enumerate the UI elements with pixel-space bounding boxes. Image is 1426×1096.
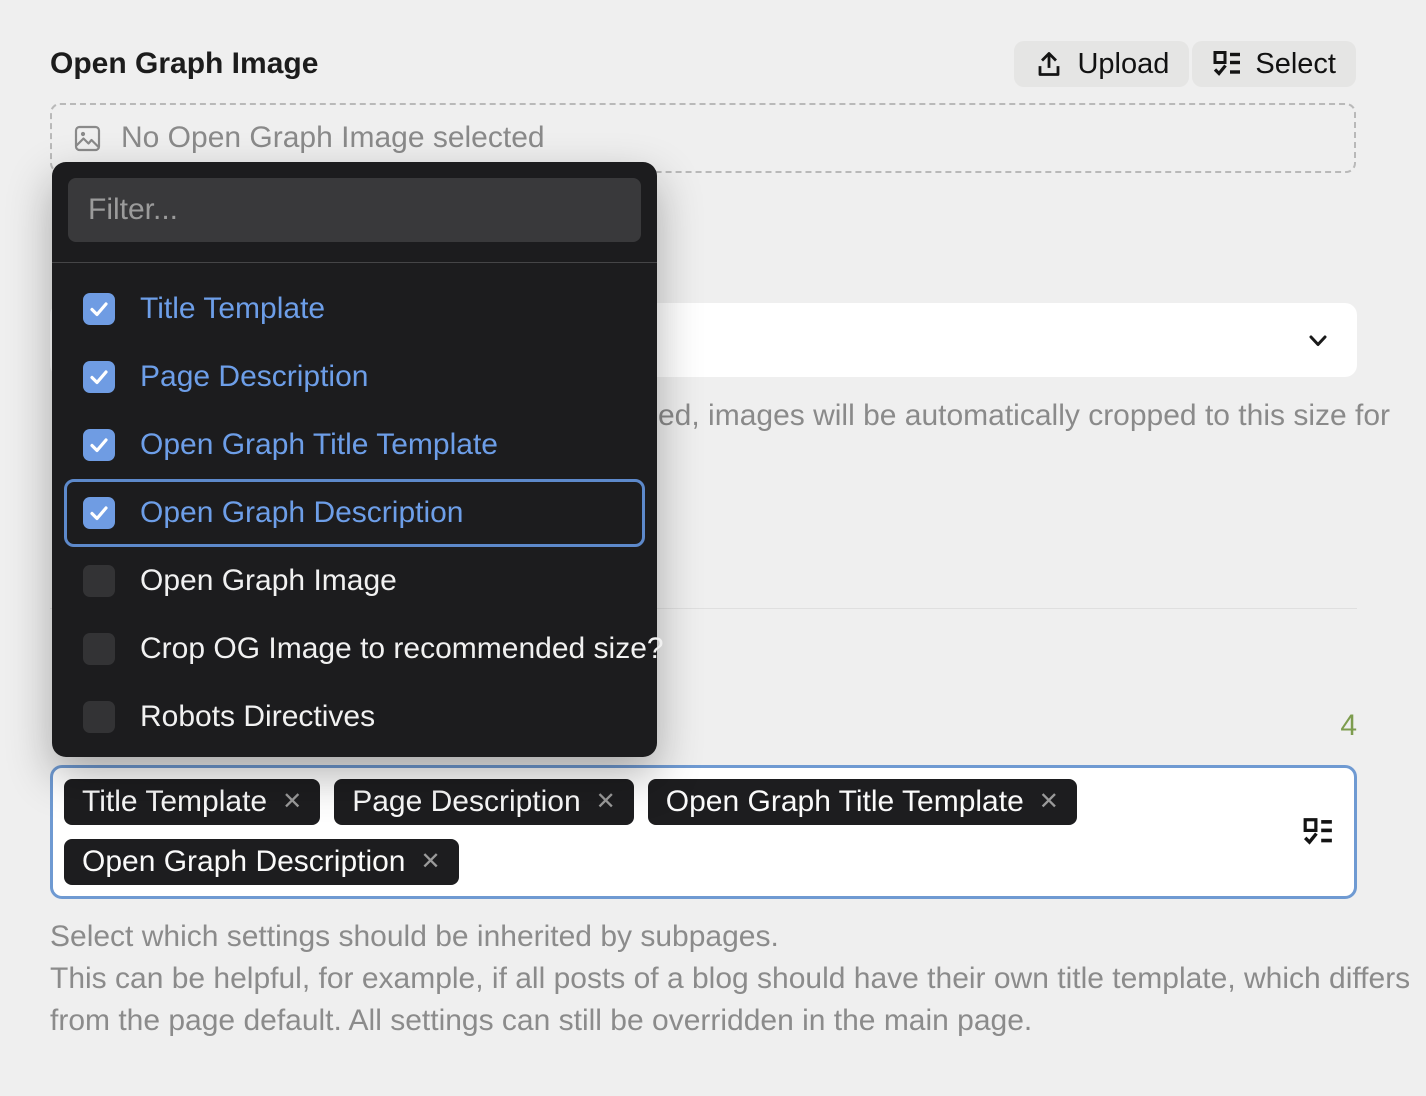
tag-page-description[interactable]: Page Description ✕ (334, 779, 634, 825)
option-label: Robots Directives (140, 700, 375, 734)
option-og-image[interactable]: Open Graph Image (52, 547, 657, 615)
option-label: Crop OG Image to recommended size? (140, 632, 664, 666)
checkbox-unchecked-icon[interactable] (83, 701, 115, 733)
remove-tag-icon[interactable]: ✕ (282, 790, 302, 814)
tag-og-description[interactable]: Open Graph Description ✕ (64, 839, 459, 885)
tag-label: Page Description (352, 785, 580, 819)
select-button[interactable]: Select (1192, 41, 1356, 87)
settings-dropdown: Title Template Page Description Open Gra… (52, 162, 657, 757)
tag-label: Open Graph Title Template (666, 785, 1024, 819)
og-image-actions: Upload Select (1014, 41, 1356, 87)
option-title-template[interactable]: Title Template (52, 275, 657, 343)
selected-count: 4 (1340, 709, 1357, 743)
checkbox-checked-icon[interactable] (83, 429, 115, 461)
filter-input[interactable] (68, 178, 641, 242)
upload-icon (1034, 49, 1064, 79)
option-label: Open Graph Image (140, 564, 397, 598)
checkbox-unchecked-icon[interactable] (83, 633, 115, 665)
option-og-description[interactable]: Open Graph Description (64, 479, 645, 547)
og-image-field-label: Open Graph Image (50, 47, 318, 81)
remove-tag-icon[interactable]: ✕ (596, 790, 616, 814)
help-line: This can be helpful, for example, if all… (50, 958, 1410, 1000)
checklist-icon (1212, 49, 1242, 79)
image-icon (74, 125, 101, 152)
checkbox-checked-icon[interactable] (83, 293, 115, 325)
remove-tag-icon[interactable]: ✕ (421, 850, 441, 874)
upload-button[interactable]: Upload (1014, 41, 1189, 87)
option-og-title-template[interactable]: Open Graph Title Template (52, 411, 657, 479)
tag-og-title-template[interactable]: Open Graph Title Template ✕ (648, 779, 1077, 825)
remove-tag-icon[interactable]: ✕ (1039, 790, 1059, 814)
option-robots-directives[interactable]: Robots Directives (52, 683, 657, 751)
option-label: Open Graph Title Template (140, 428, 498, 462)
dropdown-options: Title Template Page Description Open Gra… (52, 263, 657, 751)
og-image-empty-text: No Open Graph Image selected (121, 121, 545, 155)
tag-label: Title Template (82, 785, 267, 819)
crop-helper-text: ed, images will be automatically cropped… (658, 399, 1390, 433)
inherit-help-text: Select which settings should be inherite… (50, 916, 1410, 1042)
option-crop-og-image[interactable]: Crop OG Image to recommended size? (52, 615, 657, 683)
tag-label: Open Graph Description (82, 845, 406, 879)
option-label: Page Description (140, 360, 368, 394)
checkbox-unchecked-icon[interactable] (83, 565, 115, 597)
upload-button-label: Upload (1077, 48, 1169, 81)
seo-settings-page: Open Graph Image Upload Select (0, 0, 1426, 1096)
inherit-settings-input[interactable]: Title Template ✕ Page Description ✕ Open… (50, 765, 1357, 899)
help-line: from the page default. All settings can … (50, 1000, 1410, 1042)
checkbox-checked-icon[interactable] (83, 497, 115, 529)
tag-title-template[interactable]: Title Template ✕ (64, 779, 320, 825)
checklist-icon[interactable] (1302, 816, 1334, 848)
option-page-description[interactable]: Page Description (52, 343, 657, 411)
chevron-down-icon (1303, 325, 1333, 355)
tag-list: Title Template ✕ Page Description ✕ Open… (64, 779, 1284, 885)
checkbox-checked-icon[interactable] (83, 361, 115, 393)
select-button-label: Select (1255, 48, 1336, 81)
option-label: Title Template (140, 292, 325, 326)
option-label: Open Graph Description (140, 496, 464, 530)
help-line: Select which settings should be inherite… (50, 916, 1410, 958)
